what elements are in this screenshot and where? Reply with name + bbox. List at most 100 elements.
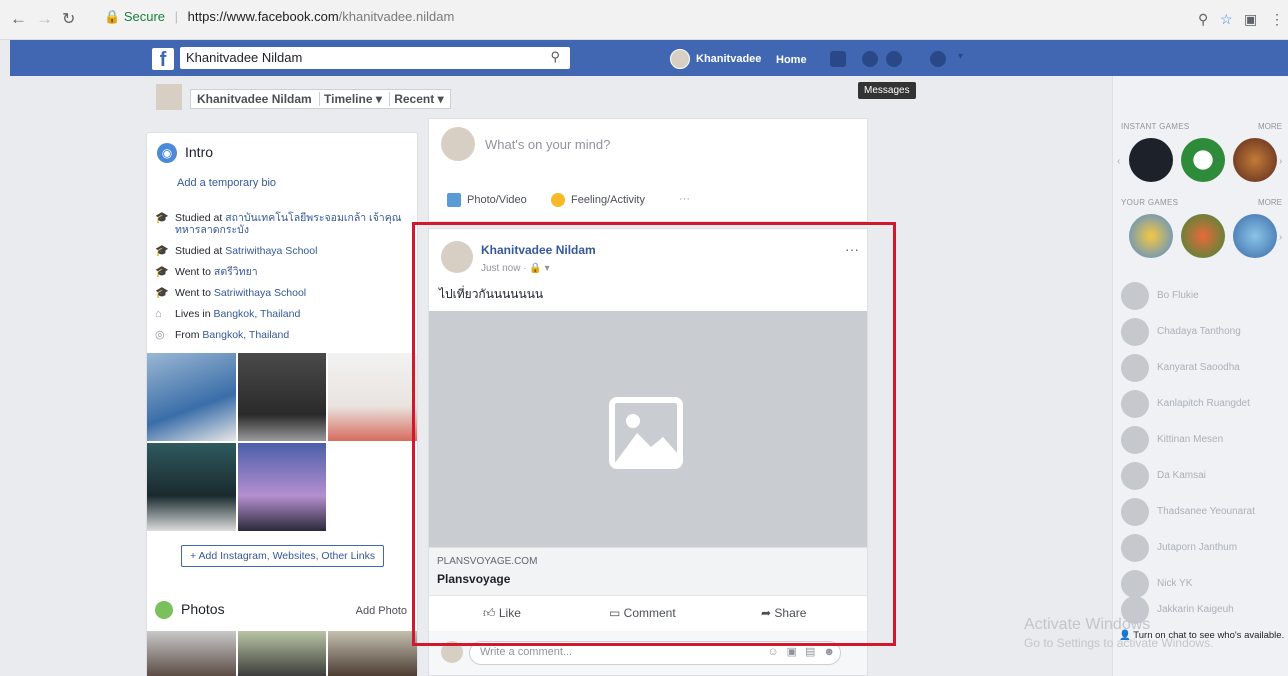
- more-options-button[interactable]: ···: [679, 193, 690, 205]
- recent-dropdown[interactable]: Recent ▾: [389, 92, 444, 106]
- game-icon[interactable]: [1233, 214, 1277, 258]
- photo-video-button[interactable]: Photo/Video: [447, 193, 527, 207]
- forward-icon[interactable]: →: [36, 9, 53, 29]
- sticker-icon[interactable]: ☻: [823, 646, 843, 658]
- intro-heading: ◉ Intro: [157, 143, 213, 163]
- post-composer: What's on your mind? Photo/Video Feeling…: [428, 118, 868, 222]
- chat-contact[interactable]: Kittinan Mesen: [1121, 426, 1288, 456]
- composer-input[interactable]: What's on your mind?: [485, 137, 610, 152]
- home-link[interactable]: Home: [776, 54, 807, 66]
- post-meta[interactable]: Just now · 🔒 ▾: [481, 263, 550, 274]
- add-bio-link[interactable]: Add a temporary bio: [177, 177, 276, 189]
- secure-label: Secure: [123, 9, 166, 24]
- notifications-icon[interactable]: [886, 51, 902, 67]
- add-links-button[interactable]: + Add Instagram, Websites, Other Links: [181, 545, 385, 567]
- chat-contact[interactable]: Thadsanee Yeounarat: [1121, 498, 1288, 528]
- location-icon: ◎: [155, 329, 165, 341]
- address-bar[interactable]: 🔒 Secure | https://www.facebook.com/khan…: [104, 9, 454, 25]
- add-photo-link[interactable]: Add Photo: [356, 605, 407, 617]
- like-button[interactable]: 👍︎ Like: [483, 606, 521, 621]
- featured-photo[interactable]: [147, 443, 236, 531]
- link-preview[interactable]: PLANSVOYAGE.COM Plansvoyage: [429, 547, 867, 595]
- menu-dots-icon[interactable]: ⋮: [1270, 11, 1284, 28]
- chat-contact[interactable]: Chadaya Tanthong: [1121, 318, 1288, 348]
- avatar: [441, 641, 463, 663]
- back-icon[interactable]: ←: [10, 9, 27, 29]
- search-input[interactable]: Khanitvadee Nildam ⚲: [180, 47, 570, 69]
- chevron-right-icon[interactable]: ›: [1279, 232, 1282, 243]
- school-icon: 🎓: [155, 212, 169, 224]
- emoji-icon: [551, 193, 565, 207]
- comment-area: Write a comment... ☺▣▤☻: [429, 631, 867, 675]
- avatar: [670, 49, 690, 69]
- photos-icon: [155, 601, 173, 620]
- photo-thumb[interactable]: [328, 631, 417, 676]
- featured-photo[interactable]: [238, 353, 326, 441]
- messages-icon[interactable]: [862, 51, 878, 67]
- featured-photo[interactable]: [238, 443, 326, 531]
- search-icon[interactable]: ⚲: [550, 49, 560, 65]
- chat-contact[interactable]: Bo Flukie: [1121, 282, 1288, 312]
- photo-thumb[interactable]: [147, 631, 236, 676]
- url-host: https://www.facebook.com: [187, 9, 339, 24]
- avatar: [1121, 426, 1149, 454]
- zoom-icon[interactable]: ⚲: [1198, 11, 1208, 28]
- intro-link[interactable]: Satriwithaya School: [214, 287, 306, 299]
- intro-link[interactable]: Bangkok, Thailand: [202, 329, 289, 341]
- chevron-left-icon[interactable]: ‹: [1117, 156, 1120, 167]
- game-icon[interactable]: [1181, 138, 1225, 182]
- instant-games-heading: INSTANT GAMES: [1121, 122, 1190, 131]
- reload-icon[interactable]: ↻: [62, 9, 75, 29]
- browser-toolbar: ← → ↻ 🔒 Secure | https://www.facebook.co…: [0, 0, 1288, 40]
- feeling-activity-button[interactable]: Feeling/Activity: [551, 193, 645, 207]
- intro-item: 🎓 Studied at Satriwithaya School: [155, 245, 318, 257]
- post-actions: 👍︎ Like ▭ Comment ➦ Share: [429, 595, 867, 631]
- image-placeholder-icon: [609, 397, 683, 469]
- facebook-logo-icon[interactable]: f: [152, 48, 174, 71]
- chat-sidebar: INSTANT GAMES MORE ‹ › YOUR GAMES MORE ›…: [1112, 76, 1288, 676]
- gif-icon[interactable]: ▤: [805, 646, 823, 658]
- profile-link[interactable]: Khanitvadee: [670, 49, 761, 69]
- chevron-down-icon[interactable]: ▾: [958, 51, 963, 62]
- post-author[interactable]: Khanitvadee Nildam: [481, 243, 596, 257]
- game-icon[interactable]: [1129, 214, 1173, 258]
- post-options-icon[interactable]: ···: [845, 241, 859, 257]
- avatar: [1121, 570, 1149, 598]
- school-icon: 🎓: [155, 245, 169, 257]
- featured-photo[interactable]: [328, 353, 417, 441]
- chevron-right-icon[interactable]: ›: [1279, 156, 1282, 167]
- school-icon: 🎓: [155, 287, 169, 299]
- game-icon[interactable]: [1129, 138, 1173, 182]
- featured-photo[interactable]: [147, 353, 236, 441]
- bookmark-star-icon[interactable]: ☆: [1220, 11, 1233, 28]
- chat-contact[interactable]: Kanyarat Saoodha: [1121, 354, 1288, 384]
- photo-thumb[interactable]: [238, 631, 326, 676]
- your-games-heading: YOUR GAMES: [1121, 198, 1179, 207]
- intro-card: ◉ Intro Add a temporary bio 🎓 Studied at ส…: [146, 132, 418, 676]
- activate-windows-watermark: Activate Windows Go to Settings to activ…: [1024, 616, 1214, 650]
- instant-games-more[interactable]: MORE: [1258, 122, 1282, 131]
- link-preview-image[interactable]: [429, 311, 867, 547]
- share-button[interactable]: ➦ Share: [761, 606, 806, 620]
- chat-contact[interactable]: Kanlapitch Ruangdet: [1121, 390, 1288, 420]
- intro-link[interactable]: Bangkok, Thailand: [214, 308, 301, 320]
- profile-name-link[interactable]: Khanitvadee Nildam: [197, 92, 312, 106]
- game-icon[interactable]: [1233, 138, 1277, 182]
- avatar[interactable]: [441, 241, 473, 273]
- game-icon[interactable]: [1181, 214, 1225, 258]
- extension-icon[interactable]: ▣: [1244, 11, 1257, 28]
- chat-contact[interactable]: Jutaporn Janthum: [1121, 534, 1288, 564]
- friend-requests-icon[interactable]: [830, 51, 846, 67]
- avatar: [1121, 390, 1149, 418]
- help-icon[interactable]: [930, 51, 946, 67]
- your-games-more[interactable]: MORE: [1258, 198, 1282, 207]
- comment-button[interactable]: ▭ Comment: [609, 606, 676, 620]
- avatar[interactable]: [156, 84, 182, 110]
- intro-link[interactable]: สตรีวิทยา: [214, 266, 258, 278]
- emoji-icon[interactable]: ☺: [767, 646, 786, 658]
- camera-icon[interactable]: ▣: [787, 646, 805, 658]
- intro-item: 🎓 Went to Satriwithaya School: [155, 287, 307, 299]
- intro-link[interactable]: Satriwithaya School: [225, 245, 317, 257]
- chat-contact[interactable]: Da Kamsai: [1121, 462, 1288, 492]
- timeline-dropdown[interactable]: Timeline ▾: [319, 92, 382, 106]
